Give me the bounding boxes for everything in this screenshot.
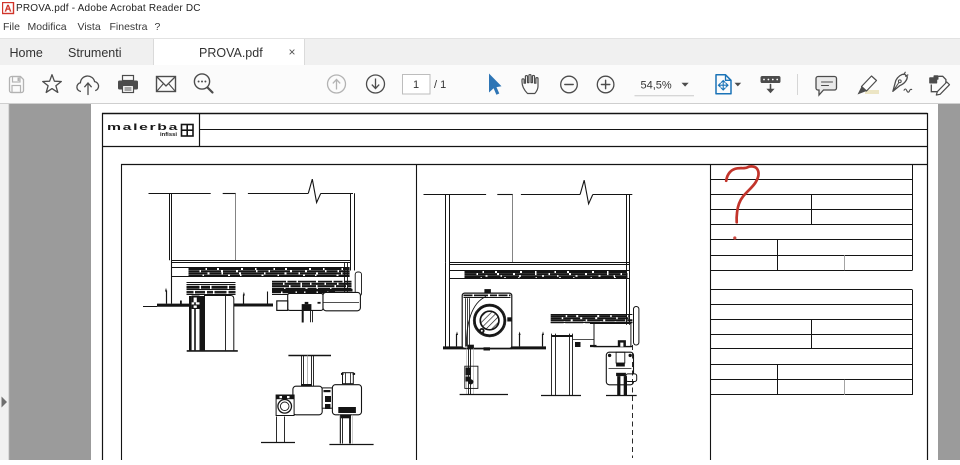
svg-text:/ 1: / 1 [434, 79, 446, 91]
svg-text:1: 1 [413, 79, 419, 91]
svg-text:infissi: infissi [160, 132, 178, 138]
svg-text:54,5%: 54,5% [641, 79, 672, 91]
